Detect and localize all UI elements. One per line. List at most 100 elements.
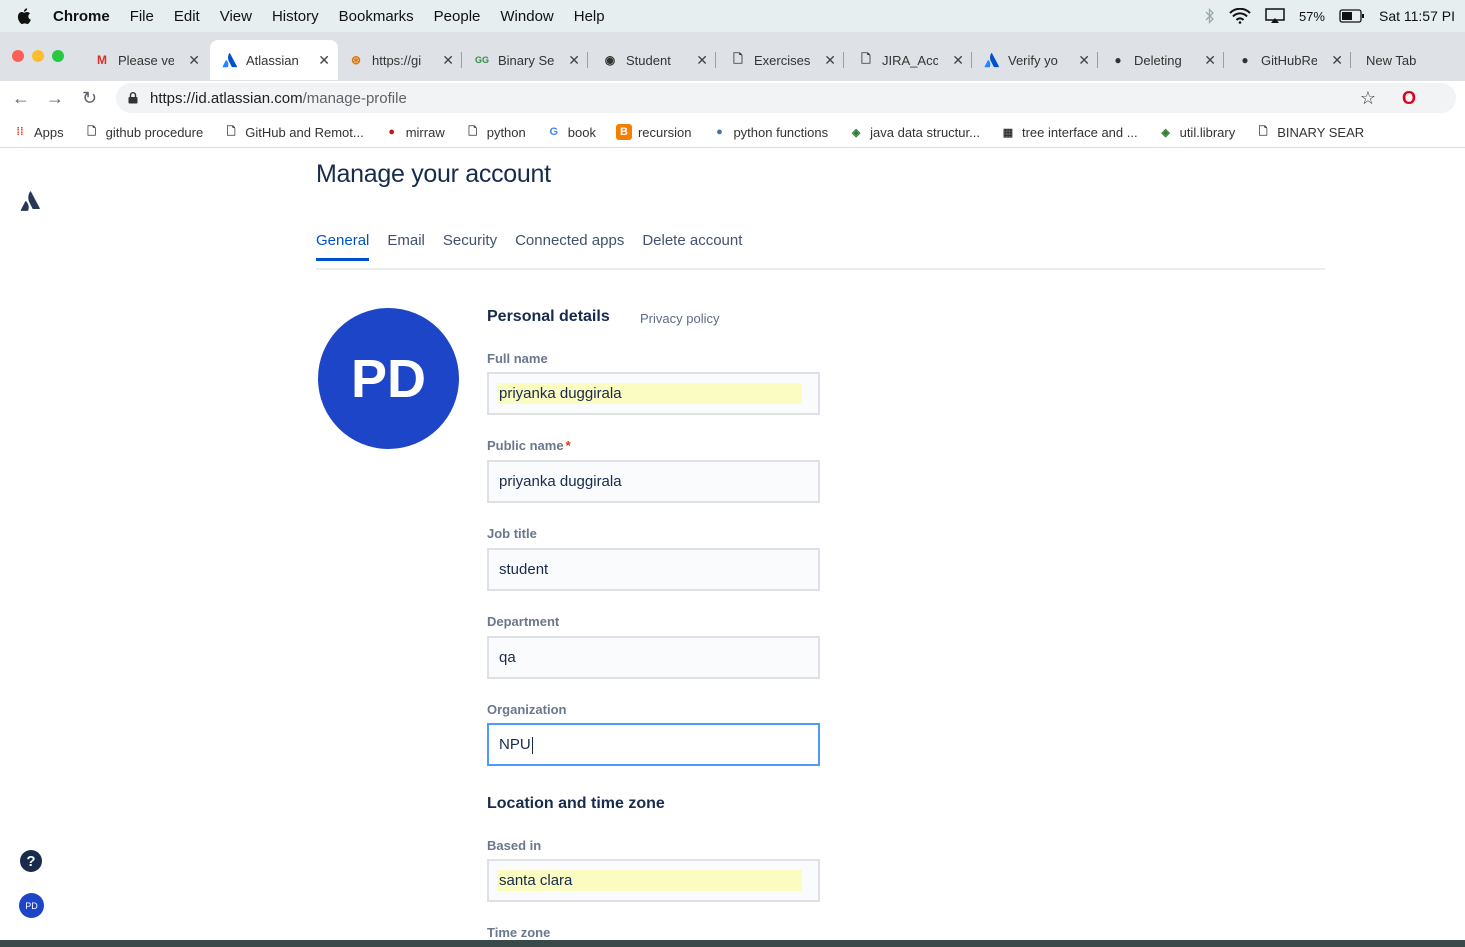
atlassian-icon xyxy=(984,52,1000,68)
bookmark-github-procedure[interactable]: 🗋 github procedure xyxy=(84,124,203,140)
menu-help[interactable]: Help xyxy=(574,8,605,25)
tab-jira[interactable]: 🗋 JIRA_Acc ✕ xyxy=(850,40,972,80)
opera-icon[interactable]: O xyxy=(1402,88,1416,109)
job-title-value: student xyxy=(499,561,549,578)
macos-menu-bar: Chrome File Edit View History Bookmarks … xyxy=(0,0,1465,32)
tab-new-tab[interactable]: New Tab xyxy=(1358,40,1465,80)
tab-connected-apps[interactable]: Connected apps xyxy=(515,232,624,261)
bluetooth-icon[interactable] xyxy=(1205,8,1215,24)
close-tab-icon[interactable]: ✕ xyxy=(188,52,200,69)
url-host: https://id.atlassian.com xyxy=(150,89,303,107)
clock[interactable]: Sat 11:57 PI xyxy=(1379,8,1455,24)
menu-edit[interactable]: Edit xyxy=(174,8,200,25)
full-name-label: Full name xyxy=(487,351,548,366)
close-tab-icon[interactable]: ✕ xyxy=(1204,52,1216,69)
required-asterisk: * xyxy=(565,438,571,453)
wifi-icon[interactable] xyxy=(1229,8,1251,24)
bookmark-apps[interactable]: ⁞⁞ Apps xyxy=(12,124,63,140)
close-tab-icon[interactable]: ✕ xyxy=(1078,52,1090,69)
bookmark-util-library[interactable]: ◈ util.library xyxy=(1158,124,1235,140)
tab-exercises[interactable]: 🗋 Exercises ✕ xyxy=(722,40,844,80)
bookmark-label: mirraw xyxy=(405,124,445,140)
public-name-label: Public name * xyxy=(487,438,571,453)
tab-binary-search[interactable]: GG Binary Se ✕ xyxy=(466,40,588,80)
blogger-icon: B xyxy=(615,124,632,140)
bookmark-java-data[interactable]: ◈ java data structur... xyxy=(848,124,980,140)
menu-file[interactable]: File xyxy=(130,8,154,25)
menu-bookmarks[interactable]: Bookmarks xyxy=(339,8,414,25)
tab-general[interactable]: General xyxy=(316,232,370,261)
tab-separator xyxy=(1223,52,1224,68)
dock-edge xyxy=(0,940,1465,947)
apps-grid-icon: ⁞⁞ xyxy=(16,126,24,138)
reload-icon[interactable]: ↻ xyxy=(82,88,97,109)
gmail-icon: M xyxy=(97,53,107,67)
battery-icon[interactable] xyxy=(1339,9,1365,23)
public-name-field[interactable]: priyanka duggirala xyxy=(487,460,820,503)
menu-people[interactable]: People xyxy=(434,8,481,25)
python-icon: ● xyxy=(716,126,723,138)
user-avatar-small[interactable]: PD xyxy=(19,893,44,918)
bookmark-binary-search[interactable]: 🗋 BINARY SEAR xyxy=(1255,124,1364,140)
close-window-button[interactable] xyxy=(12,50,24,62)
tab-title: New Tab xyxy=(1366,52,1417,68)
bookmark-label: GitHub and Remot... xyxy=(245,124,364,140)
organization-field[interactable]: NPU xyxy=(487,723,820,766)
menu-view[interactable]: View xyxy=(220,8,252,25)
tab-title: GitHubRe xyxy=(1261,52,1317,68)
bookmark-python[interactable]: 🗋 python xyxy=(465,124,525,140)
page-title: Manage your account xyxy=(316,160,551,188)
airplay-icon[interactable] xyxy=(1265,8,1285,24)
atlassian-logo-icon[interactable] xyxy=(20,190,42,212)
github-icon: ● xyxy=(1114,53,1122,67)
tab-student[interactable]: ◉ Student ✕ xyxy=(594,40,716,80)
maximize-window-button[interactable] xyxy=(52,50,64,62)
account-tabs: General Email Security Connected apps De… xyxy=(316,232,742,261)
tab-delete-account[interactable]: Delete account xyxy=(642,232,742,261)
menu-history[interactable]: History xyxy=(272,8,319,25)
apple-icon[interactable] xyxy=(17,8,31,24)
based-in-field[interactable]: santa clara xyxy=(487,859,820,902)
tab-title: Verify yo xyxy=(1008,52,1058,68)
tab-https[interactable]: ⊛ https://gi ✕ xyxy=(340,40,462,80)
close-tab-icon[interactable]: ✕ xyxy=(568,52,580,69)
address-bar[interactable]: https://id.atlassian.com/manage-profile … xyxy=(116,83,1456,113)
tab-security[interactable]: Security xyxy=(443,232,497,261)
bookmark-tree-interface[interactable]: ▦ tree interface and ... xyxy=(1000,124,1138,140)
close-tab-icon[interactable]: ✕ xyxy=(442,52,454,69)
full-name-field[interactable]: priyanka duggirala xyxy=(487,372,820,415)
tab-divider xyxy=(316,268,1325,270)
close-tab-icon[interactable]: ✕ xyxy=(824,52,836,69)
tab-deleting[interactable]: ● Deleting ✕ xyxy=(1102,40,1224,80)
bookmark-github-remote[interactable]: 🗋 GitHub and Remot... xyxy=(223,124,364,140)
close-tab-icon[interactable]: ✕ xyxy=(1331,52,1343,69)
bookmark-recursion[interactable]: Brecursion xyxy=(615,124,691,140)
bookmark-python-functions[interactable]: ● python functions xyxy=(711,124,828,140)
department-value: qa xyxy=(499,649,516,666)
tab-verify[interactable]: Verify yo ✕ xyxy=(976,40,1098,80)
close-tab-icon[interactable]: ✕ xyxy=(318,52,330,69)
tab-githubre[interactable]: ● GitHubRe ✕ xyxy=(1229,40,1351,80)
lock-icon[interactable] xyxy=(128,92,138,104)
tab-atlassian[interactable]: Atlassian ✕ xyxy=(210,40,338,80)
menu-chrome[interactable]: Chrome xyxy=(53,8,110,25)
department-field[interactable]: qa xyxy=(487,636,820,679)
close-tab-icon[interactable]: ✕ xyxy=(952,52,964,69)
bookmark-book[interactable]: Gbook xyxy=(546,124,595,140)
help-icon[interactable]: ? xyxy=(20,850,42,872)
minimize-window-button[interactable] xyxy=(32,50,44,62)
forward-icon[interactable]: → xyxy=(46,88,64,109)
job-title-field[interactable]: student xyxy=(487,548,820,591)
status-area: 57% Sat 11:57 PI xyxy=(1205,0,1455,32)
tab-separator xyxy=(1097,52,1098,68)
privacy-policy-link[interactable]: Privacy policy xyxy=(640,311,719,326)
bookmark-mirraw[interactable]: ● mirraw xyxy=(384,124,445,140)
tab-gmail[interactable]: M Please ve ✕ xyxy=(86,40,208,80)
url-path: /manage-profile xyxy=(302,89,407,107)
back-icon[interactable]: ← xyxy=(12,88,30,109)
close-tab-icon[interactable]: ✕ xyxy=(696,52,708,69)
profile-avatar[interactable]: PD xyxy=(318,308,459,449)
star-icon[interactable]: ☆ xyxy=(1360,88,1376,109)
menu-window[interactable]: Window xyxy=(500,8,553,25)
tab-email[interactable]: Email xyxy=(387,232,425,261)
